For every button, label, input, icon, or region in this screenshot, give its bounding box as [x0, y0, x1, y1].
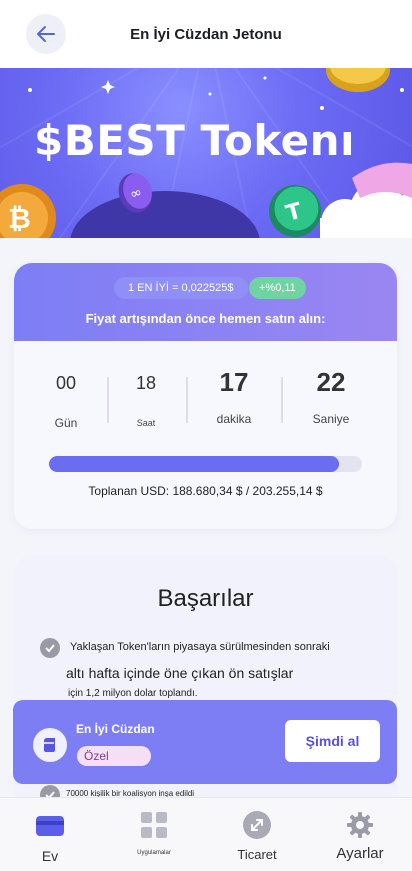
nav-item-trade[interactable]: Ticaret — [226, 798, 288, 871]
back-button[interactable] — [26, 14, 66, 54]
app-screen: En İyi Cüzdan Jetonu ₿ ∞ T $BEST Tokenı … — [0, 0, 412, 871]
presale-card: 1 EN İYİ = 0,022525$ +%0,11 Fiyat artışı… — [14, 263, 397, 529]
achievement-line: altı hafta içinde öne çıkan ön satışlar — [66, 665, 294, 681]
wallet-name: En İyi Cüzdan — [76, 722, 155, 736]
bitcoin-coin-icon: ₿ — [0, 184, 56, 238]
gold-coin-icon — [326, 68, 390, 92]
rate-pill: 1 EN İYİ = 0,022525$ — [114, 277, 248, 299]
timer-minutes: 17 dakika — [206, 361, 262, 426]
funding-progress-fill — [49, 456, 340, 472]
nav-label: Ticaret — [237, 847, 277, 862]
achievements-title: Başarılar — [157, 585, 254, 612]
timer-minutes-label: dakika — [216, 412, 252, 426]
wallet-promo-bar: En İyi Cüzdan Özel Şimdi al — [13, 700, 397, 784]
presale-header: 1 EN İYİ = 0,022525$ +%0,11 Fiyat artışı… — [14, 263, 397, 341]
arrow-left-icon — [37, 26, 55, 42]
banner-title: $BEST Tokenı — [34, 116, 355, 165]
nav-label: Ayarlar — [336, 845, 384, 862]
top-bar: En İyi Cüzdan Jetonu — [0, 0, 412, 68]
svg-text:₿: ₿ — [8, 202, 31, 235]
page-title: En İyi Cüzdan Jetonu — [130, 25, 282, 43]
timer-divider — [186, 377, 188, 423]
collected-amount: Toplanan USD: 188.680,34 $ / 203.255,14 … — [88, 484, 323, 498]
presale-subtitle: Fiyat artışından önce hemen satın alın: — [85, 311, 326, 326]
timer-divider — [281, 377, 283, 423]
buy-now-button[interactable]: Şimdi al — [285, 720, 380, 762]
timer-seconds-value: 22 — [316, 367, 346, 397]
timer-hours: 18 Saat — [124, 361, 168, 428]
nav-item-settings[interactable]: Ayarlar — [328, 798, 392, 871]
funding-progress-bar — [49, 456, 362, 472]
tether-coin-icon: T — [269, 185, 321, 237]
check-circle-icon — [40, 638, 60, 658]
trade-arrows-icon — [243, 811, 271, 839]
timer-divider — [107, 377, 109, 423]
bottom-navigation: Ev Uygulamalar Ticaret Ayarlar — [0, 797, 412, 871]
nav-item-apps[interactable]: Uygulamalar — [118, 798, 190, 871]
exclusive-badge: Özel — [77, 746, 151, 766]
price-change-badge: +%0,11 — [249, 277, 306, 299]
timer-hours-value: 18 — [135, 373, 157, 393]
timer-hours-label: Saat — [136, 418, 156, 428]
timer-seconds-label: Saniye — [312, 412, 350, 426]
timer-days-value: 00 — [55, 373, 77, 393]
timer-days: 00 Gün — [44, 361, 88, 430]
timer-seconds: 22 Saniye — [302, 361, 360, 426]
achievements-card: Başarılar Yaklaşan Token'ların piyasaya … — [14, 555, 397, 825]
nav-item-home[interactable]: Ev — [20, 798, 80, 871]
achievement-line: için 1,2 milyon dolar toplandı. — [68, 688, 198, 699]
timer-days-label: Gün — [54, 416, 78, 430]
wallet-card-icon — [36, 816, 64, 836]
nav-label: Uygulamalar — [137, 850, 171, 856]
achievement-line: Yaklaşan Token'ların piyasaya sürülmesin… — [70, 641, 330, 653]
nav-label: Ev — [41, 848, 59, 864]
best-wallet-logo-icon — [33, 728, 67, 762]
timer-minutes-value: 17 — [219, 367, 249, 397]
apps-grid-icon — [141, 812, 167, 838]
gear-icon — [347, 812, 373, 838]
token-banner: ₿ ∞ T $BEST Tokenı — [0, 68, 412, 238]
countdown-timer: 00 Gün 18 Saat 17 dakika 22 Saniye — [14, 361, 397, 433]
